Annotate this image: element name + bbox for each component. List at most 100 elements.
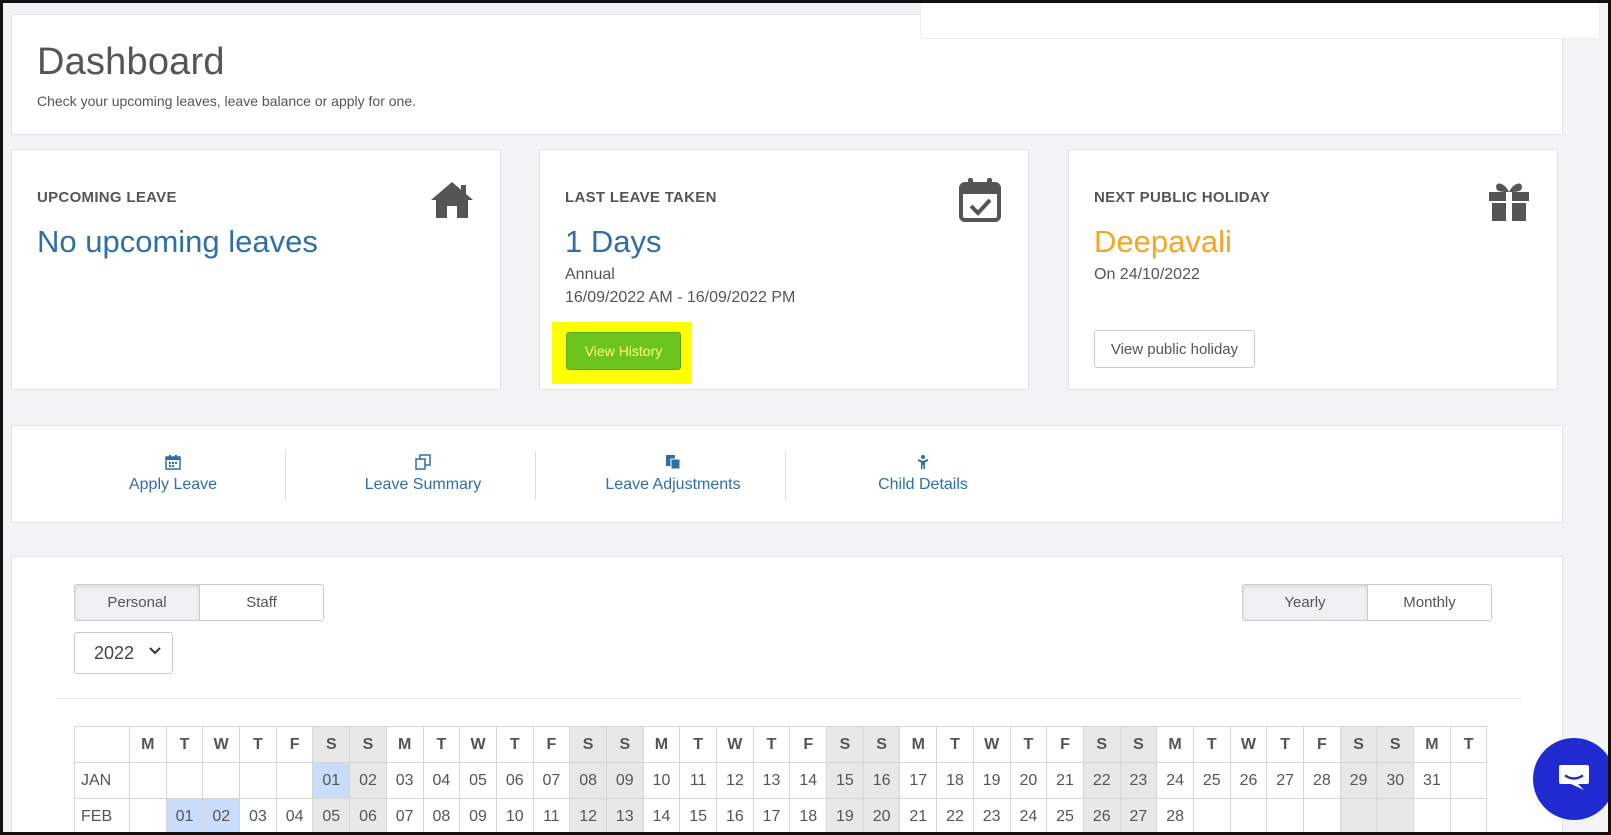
weekday-header: T bbox=[422, 726, 461, 763]
calendar-day-cell[interactable]: 17 bbox=[899, 762, 938, 799]
calendar-day-cell[interactable]: 21 bbox=[1046, 762, 1084, 799]
calendar-day-cell[interactable]: 11 bbox=[679, 762, 717, 799]
calendar-day-cell[interactable]: 25 bbox=[1192, 762, 1231, 799]
calendar-day-cell[interactable]: 13 bbox=[752, 762, 791, 799]
calendar-day-cell[interactable]: 03 bbox=[239, 798, 277, 835]
weekday-header: W bbox=[202, 726, 241, 763]
nav-divider bbox=[785, 451, 786, 500]
last-leave-type: Annual bbox=[565, 266, 615, 283]
month-label: JAN bbox=[74, 762, 130, 799]
calendar-day-cell[interactable]: 12 bbox=[716, 762, 754, 799]
year-select[interactable]: 2022 bbox=[74, 632, 173, 674]
calendar-day-cell[interactable]: 07 bbox=[532, 762, 571, 799]
weekday-header: F bbox=[532, 726, 571, 763]
calendar-day-cell[interactable]: 14 bbox=[789, 762, 828, 799]
calendar-day-cell[interactable]: 05 bbox=[459, 762, 497, 799]
calendar-day-cell[interactable]: 21 bbox=[899, 798, 938, 835]
calendar-empty-cell bbox=[1339, 798, 1378, 835]
calendar-day-cell[interactable]: 09 bbox=[459, 798, 497, 835]
calendar-day-cell[interactable]: 27 bbox=[1119, 798, 1158, 835]
calendar-day-cell[interactable]: 04 bbox=[422, 762, 461, 799]
documents-icon bbox=[415, 454, 431, 470]
calendar-day-cell[interactable]: 08 bbox=[569, 762, 607, 799]
calendar-day-cell[interactable]: 05 bbox=[312, 798, 351, 835]
calendar-day-cell[interactable]: 02 bbox=[202, 798, 241, 835]
calendar-day-cell[interactable]: 15 bbox=[679, 798, 717, 835]
nav-leave-adjustments[interactable]: Leave Adjustments bbox=[548, 426, 798, 524]
calendar-day-cell[interactable]: 31 bbox=[1413, 762, 1451, 799]
calendar-day-cell[interactable]: 23 bbox=[972, 798, 1011, 835]
weekday-header: M bbox=[642, 726, 681, 763]
calendar-day-cell[interactable]: 08 bbox=[422, 798, 461, 835]
weekday-header: T bbox=[679, 726, 717, 763]
calendar-day-cell[interactable]: 17 bbox=[752, 798, 791, 835]
calendar-day-cell[interactable]: 16 bbox=[716, 798, 754, 835]
calendar-day-cell[interactable]: 29 bbox=[1339, 762, 1378, 799]
calendar-day-cell[interactable]: 16 bbox=[862, 762, 901, 799]
calendar-day-cell[interactable]: 25 bbox=[1046, 798, 1084, 835]
calendar-day-cell[interactable]: 18 bbox=[789, 798, 828, 835]
calendar-empty-cell bbox=[202, 762, 241, 799]
calendar-day-cell[interactable]: 09 bbox=[605, 762, 644, 799]
chat-button[interactable] bbox=[1533, 738, 1611, 820]
weekday-header: W bbox=[459, 726, 497, 763]
calendar-day-cell[interactable]: 01 bbox=[165, 798, 204, 835]
calendar-day-cell[interactable]: 13 bbox=[605, 798, 644, 835]
calendar-divider bbox=[56, 698, 1521, 699]
calendar-day-cell[interactable]: 10 bbox=[642, 762, 681, 799]
calendar-day-cell[interactable]: 22 bbox=[1082, 762, 1121, 799]
view-public-holiday-button[interactable]: View public holiday bbox=[1094, 330, 1255, 368]
weekday-header: F bbox=[1303, 726, 1341, 763]
calendar-day-cell[interactable]: 06 bbox=[349, 798, 387, 835]
weekday-header: T bbox=[1009, 726, 1048, 763]
calendar-day-cell[interactable]: 10 bbox=[495, 798, 534, 835]
calendar-day-cell[interactable]: 20 bbox=[862, 798, 901, 835]
calendar-day-cell[interactable]: 22 bbox=[936, 798, 974, 835]
calendar-day-cell[interactable]: 28 bbox=[1303, 762, 1341, 799]
weekday-header: W bbox=[972, 726, 1011, 763]
calendar-day-cell[interactable]: 06 bbox=[495, 762, 534, 799]
nav-child-details[interactable]: Child Details bbox=[798, 426, 1048, 524]
calendar-day-cell[interactable]: 30 bbox=[1376, 762, 1415, 799]
calendar-day-cell[interactable]: 02 bbox=[349, 762, 387, 799]
nav-leave-summary[interactable]: Leave Summary bbox=[298, 426, 548, 524]
calendar-day-cell[interactable]: 19 bbox=[826, 798, 864, 835]
last-leave-range: 16/09/2022 AM - 16/09/2022 PM bbox=[565, 289, 796, 306]
calendar-day-cell[interactable]: 18 bbox=[936, 762, 974, 799]
calendar-day-cell[interactable]: 14 bbox=[642, 798, 681, 835]
weekday-header: S bbox=[1082, 726, 1121, 763]
calendar-empty-cell bbox=[1229, 798, 1268, 835]
calendar-day-cell[interactable]: 27 bbox=[1266, 762, 1304, 799]
calendar-day-cell[interactable]: 03 bbox=[385, 762, 424, 799]
weekday-header: S bbox=[1339, 726, 1378, 763]
calendar-day-cell[interactable]: 19 bbox=[972, 762, 1011, 799]
calendar-check-icon bbox=[959, 178, 1001, 222]
calendar-day-cell[interactable]: 20 bbox=[1009, 762, 1048, 799]
upcoming-leave-card: UPCOMING LEAVE No upcoming leaves bbox=[11, 149, 501, 390]
upcoming-leave-label: UPCOMING LEAVE bbox=[37, 189, 177, 206]
tab-staff[interactable]: Staff bbox=[199, 585, 323, 620]
weekday-header: T bbox=[1449, 726, 1488, 763]
tab-personal[interactable]: Personal bbox=[75, 585, 199, 620]
calendar-day-cell[interactable]: 12 bbox=[569, 798, 607, 835]
calendar-day-cell[interactable]: 26 bbox=[1082, 798, 1121, 835]
calendar-empty-cell bbox=[239, 762, 277, 799]
tab-monthly[interactable]: Monthly bbox=[1367, 585, 1491, 620]
calendar-day-cell[interactable]: 26 bbox=[1229, 762, 1268, 799]
calendar-day-cell[interactable]: 23 bbox=[1119, 762, 1158, 799]
calendar-day-cell[interactable]: 24 bbox=[1156, 762, 1194, 799]
calendar-day-cell[interactable]: 01 bbox=[312, 762, 351, 799]
nav-apply-leave[interactable]: Apply Leave bbox=[48, 426, 298, 524]
calendar-day-cell[interactable]: 28 bbox=[1156, 798, 1194, 835]
calendar-day-cell[interactable]: 11 bbox=[532, 798, 571, 835]
calendar-empty-cell bbox=[1449, 762, 1488, 799]
next-holiday-name: Deepavali bbox=[1094, 224, 1232, 259]
tab-yearly[interactable]: Yearly bbox=[1243, 585, 1367, 620]
weekday-header: T bbox=[165, 726, 204, 763]
calendar-day-cell[interactable]: 15 bbox=[826, 762, 864, 799]
view-toggle: Yearly Monthly bbox=[1242, 584, 1492, 621]
calendar-day-cell[interactable]: 07 bbox=[385, 798, 424, 835]
calendar-day-cell[interactable]: 24 bbox=[1009, 798, 1048, 835]
view-history-button[interactable]: View History bbox=[566, 332, 681, 370]
calendar-day-cell[interactable]: 04 bbox=[275, 798, 314, 835]
